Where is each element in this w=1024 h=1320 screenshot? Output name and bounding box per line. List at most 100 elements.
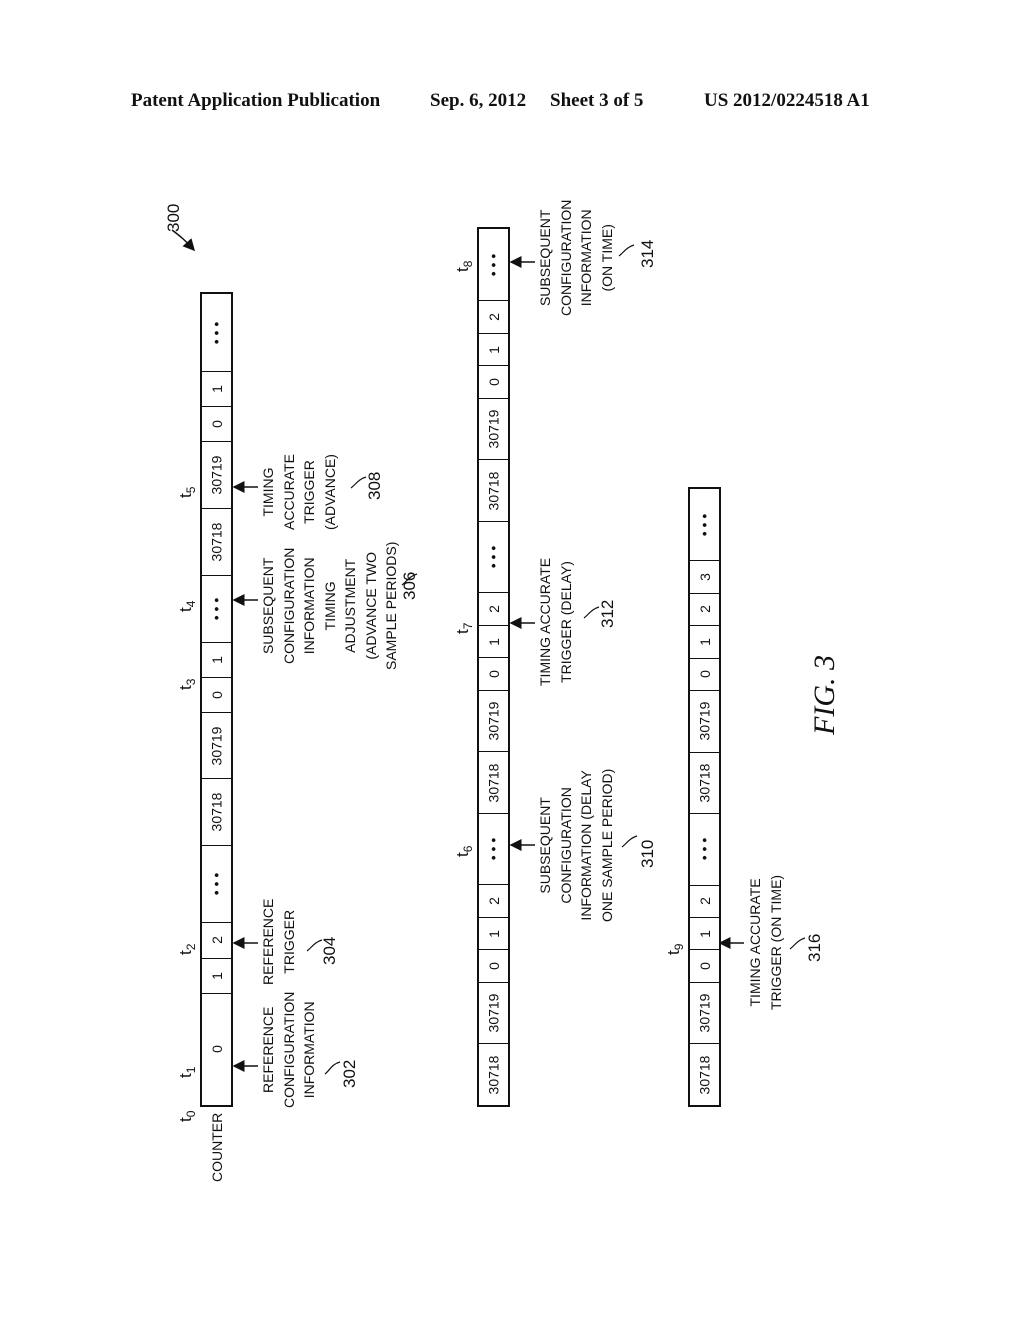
counter-cell: 2: [479, 884, 508, 916]
time-label-t2: t2: [176, 943, 199, 955]
leader-302: [324, 1061, 341, 1075]
counter-cell-value: • • •: [485, 253, 502, 276]
counter-cell: 0: [479, 657, 508, 689]
counter-cell-value: 30718: [208, 522, 225, 562]
annotation-304-text: REFERENCE TRIGGER: [260, 898, 297, 985]
counter-cell: • • •: [690, 813, 719, 884]
counter-cell: 0: [479, 949, 508, 981]
annotation-312-text: TIMING ACCURATE TRIGGER (DELAY): [537, 557, 574, 686]
counter-cell-value: 30718: [485, 763, 502, 803]
annotation-316-text: TIMING ACCURATE TRIGGER (ON TIME): [747, 874, 784, 1010]
counter-cell: 1: [690, 916, 719, 949]
annotation-302-ref: 302: [340, 1059, 359, 1088]
counter-cell: 30718: [690, 751, 719, 814]
counter-cell: 1: [202, 641, 231, 677]
time-label-t6: t6: [453, 845, 476, 857]
leader-312: [583, 606, 600, 619]
counter-cell-value: 1: [485, 929, 502, 938]
counter-cell-value: • • •: [696, 838, 713, 861]
counter-cell-value: 2: [485, 313, 502, 321]
annotation-314-ref: 314: [638, 239, 657, 268]
time-label-t4: t4: [176, 600, 199, 612]
annotation-310-text: SUBSEQUENT CONFIGURATION INFORMATION (DE…: [537, 768, 615, 922]
counter-cell: 30719: [479, 397, 508, 460]
counter-cell-value: 2: [485, 605, 502, 613]
annotation-314-text: SUBSEQUENT CONFIGURATION INFORMATION (ON…: [537, 199, 615, 316]
counter-bar-3: 30718 30719 0 1 2 • • • 30718 30719 0 1 2 3 • • •: [688, 487, 721, 1107]
leader-310: [621, 835, 638, 848]
counter-cell-value: 0: [485, 670, 502, 678]
figure-caption: FIG. 3: [808, 655, 841, 735]
counter-bar-1: 0 1 2 • • • 30718 30719 0 1 • • • 30718 30719 0 1 • •…: [200, 292, 233, 1107]
counter-cell: 2: [202, 922, 231, 957]
counter-cell-value: 2: [208, 936, 225, 945]
counter-cell-value: 1: [696, 637, 713, 646]
counter-cell: • • •: [202, 574, 231, 642]
counter-cell-value: 0: [208, 420, 225, 429]
counter-cell: 3: [690, 560, 719, 592]
time-label-t3: t3: [176, 678, 199, 690]
counter-cell-value: 30719: [485, 701, 502, 741]
counter-cell: 0: [202, 992, 231, 1105]
counter-cell-value: 30719: [485, 409, 502, 449]
time-label-t1: t1: [176, 1066, 199, 1078]
counter-cell-value: 30719: [696, 701, 713, 741]
counter-cell: 1: [690, 625, 719, 657]
counter-cell-value: 2: [485, 897, 502, 905]
counter-cell-value: 0: [208, 690, 225, 699]
counter-cell-value: • • •: [485, 837, 502, 861]
counter-cell-value: 30718: [696, 1055, 713, 1095]
counter-cell: 2: [479, 300, 508, 332]
time-label-t8: t8: [453, 260, 476, 272]
counter-cell: 30719: [690, 690, 719, 752]
leader-314: [618, 244, 635, 257]
counter-cell: 0: [202, 406, 231, 441]
time-label-t0: t0: [176, 1110, 199, 1122]
counter-cell-value: 2: [696, 897, 713, 906]
annotation-306-text: SUBSEQUENT CONFIGURATION INFORMATION TIM…: [260, 541, 399, 670]
counter-cell-value: 0: [696, 670, 713, 679]
counter-cell: 30719: [202, 441, 231, 508]
counter-cell-value: 30718: [485, 1055, 502, 1095]
annotation-306-ref: 306: [400, 571, 419, 600]
annotation-308-ref: 308: [365, 471, 384, 500]
counter-cell: 1: [479, 624, 508, 657]
counter-cell-value: 1: [208, 971, 225, 980]
annotation-308-text: TIMING ACCURATE TRIGGER (ADVANCE): [260, 454, 338, 530]
counter-cell-value: 30719: [485, 993, 502, 1033]
counter-cell-value: 1: [485, 345, 502, 354]
counter-cell-value: 0: [696, 962, 713, 970]
counter-cell-value: 30719: [696, 993, 713, 1033]
counter-cell: 30719: [479, 689, 508, 752]
diagram-lines: [171, 229, 806, 1075]
counter-cell-value: • • •: [208, 597, 225, 620]
counter-cell-value: 1: [208, 655, 225, 664]
counter-cell-value: 30718: [485, 471, 502, 511]
counter-cell: • • •: [479, 521, 508, 592]
counter-cell: 30718: [690, 1043, 719, 1105]
counter-cell: 1: [479, 916, 508, 949]
counter-cell-value: 0: [485, 962, 502, 970]
counter-cell: 0: [202, 676, 231, 712]
counter-cell: 30718: [479, 459, 508, 521]
counter-cell-value: 0: [208, 1045, 225, 1054]
counter-cell-value: • • •: [485, 545, 502, 569]
counter-cell-value: 1: [485, 637, 502, 646]
counter-cell: 30718: [202, 778, 231, 845]
annotation-316-ref: 316: [805, 933, 824, 962]
counter-cell-value: 30718: [696, 763, 713, 803]
annotation-312-ref: 312: [598, 599, 617, 628]
ref-300: 300: [164, 203, 183, 232]
counter-cell: 2: [479, 592, 508, 624]
counter-cell: 1: [202, 371, 231, 406]
counter-cell-value: • • •: [696, 513, 713, 536]
counter-cell: 30718: [479, 1043, 508, 1105]
counter-cell: 30719: [202, 711, 231, 779]
counter-cell-value: 30719: [208, 726, 225, 766]
counter-cell: 1: [479, 332, 508, 365]
counter-cell: • • •: [479, 813, 508, 884]
leader-316: [789, 937, 806, 950]
counter-cell: 0: [479, 365, 508, 397]
counter-cell-value: 3: [696, 573, 713, 581]
annotation-310-ref: 310: [638, 839, 657, 868]
